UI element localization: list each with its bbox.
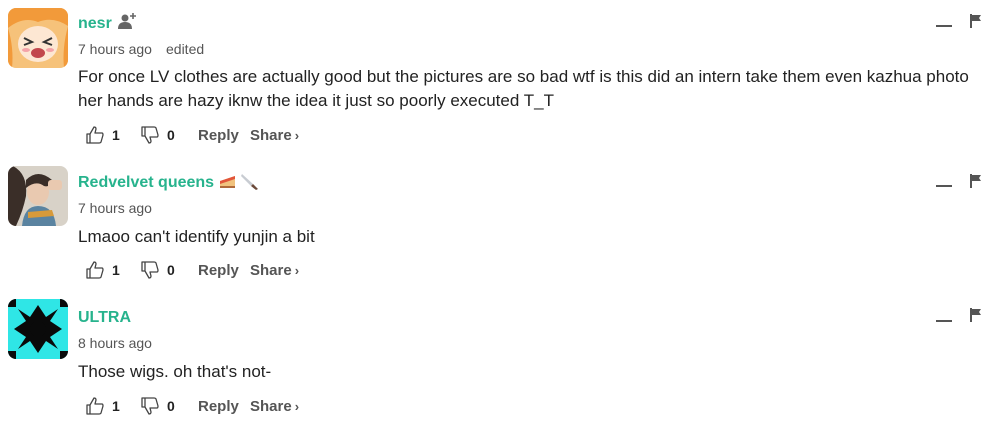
chevron-right-icon: › [294, 262, 300, 278]
upvote-button[interactable]: 1 [86, 261, 141, 279]
collapse-button[interactable] [936, 185, 952, 187]
share-button[interactable]: Share › [250, 262, 299, 279]
share-label: Share [250, 126, 292, 144]
author-name[interactable]: Redvelvet queens [78, 174, 214, 192]
collapse-button[interactable] [936, 320, 952, 322]
chevron-right-icon: › [294, 127, 300, 143]
timestamp[interactable]: 8 hours ago [78, 335, 152, 351]
downvote-button[interactable]: 0 [141, 397, 198, 415]
collapse-button[interactable] [936, 25, 952, 27]
share-label: Share [250, 261, 292, 279]
upvote-count: 1 [112, 127, 120, 143]
comment-text: For once LV clothes are actually good bu… [78, 67, 969, 110]
avatar[interactable] [8, 8, 68, 68]
comment-text: Those wigs. oh that's not- [78, 362, 272, 381]
thumbs-down-icon [141, 397, 159, 415]
thumbs-up-icon [86, 397, 104, 415]
reply-button[interactable]: Reply [198, 398, 250, 415]
share-button[interactable]: Share › [250, 127, 299, 144]
downvote-button[interactable]: 0 [141, 261, 198, 279]
thumbs-down-icon [141, 261, 159, 279]
upvote-button[interactable]: 1 [86, 126, 141, 144]
comment-actions: 1 0 Reply Share › [86, 259, 299, 281]
comment-actions: 1 0 Reply Share › [86, 124, 299, 146]
downvote-count: 0 [167, 127, 175, 143]
author-name[interactable]: ULTRA [78, 309, 131, 327]
avatar[interactable] [8, 166, 68, 226]
thumbs-down-icon [141, 126, 159, 144]
upvote-button[interactable]: 1 [86, 397, 141, 415]
cake-emoji-icon [219, 173, 237, 194]
comment-actions: 1 0 Reply Share › [86, 395, 299, 417]
follow-user-icon[interactable] [118, 12, 138, 35]
downvote-count: 0 [167, 262, 175, 278]
flag-icon[interactable] [970, 14, 982, 33]
upvote-count: 1 [112, 398, 120, 414]
downvote-button[interactable]: 0 [141, 126, 198, 144]
upvote-count: 1 [112, 262, 120, 278]
flag-icon[interactable] [970, 174, 982, 193]
author-name[interactable]: nesr [78, 15, 112, 33]
reply-button[interactable]: Reply [198, 262, 250, 279]
avatar[interactable] [8, 299, 68, 359]
reply-button[interactable]: Reply [198, 127, 250, 144]
flag-icon[interactable] [970, 308, 982, 327]
edited-label: edited [166, 41, 205, 57]
thumbs-up-icon [86, 261, 104, 279]
timestamp[interactable]: 7 hours ago [78, 41, 152, 57]
timestamp[interactable]: 7 hours ago [78, 200, 152, 216]
thumbs-up-icon [86, 126, 104, 144]
downvote-count: 0 [167, 398, 175, 414]
share-label: Share [250, 397, 292, 415]
knife-emoji-icon [240, 172, 260, 195]
chevron-right-icon: › [294, 398, 300, 414]
comment-text: Lmaoo can't identify yunjin a bit [78, 227, 315, 246]
share-button[interactable]: Share › [250, 398, 299, 415]
